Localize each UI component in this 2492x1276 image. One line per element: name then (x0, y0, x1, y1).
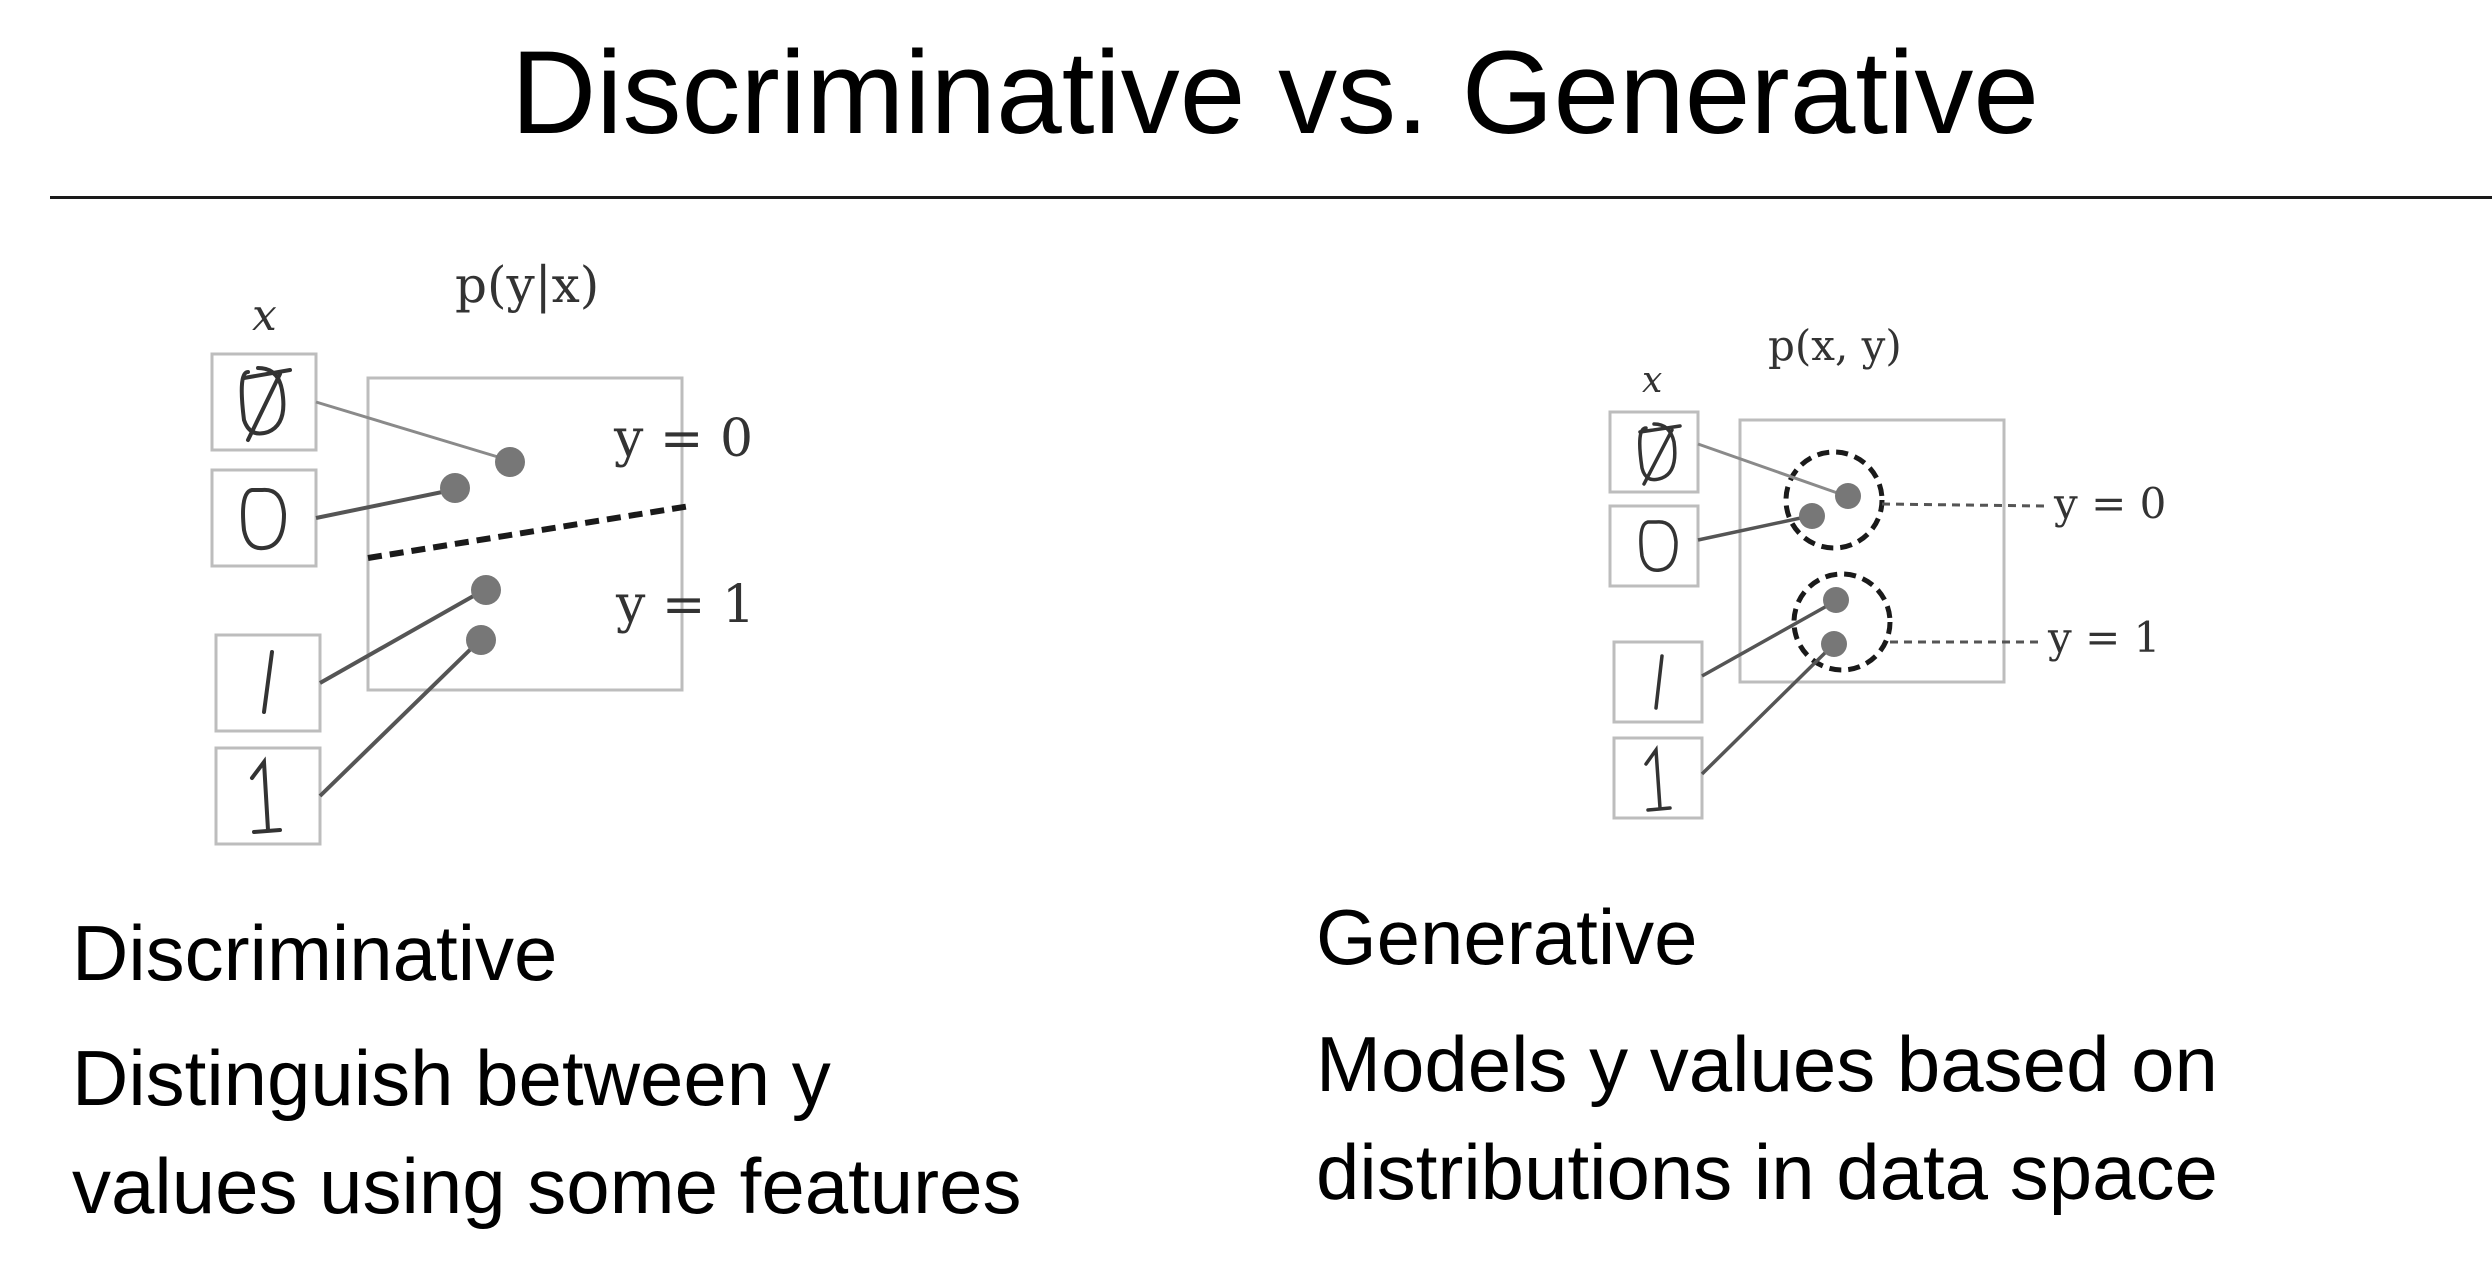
disc-class0-label: y = 0 (613, 409, 753, 469)
discriminative-description-line: Distinguish between y (72, 1034, 831, 1122)
gen-point-class0 (1799, 503, 1825, 529)
disc-point-class1 (466, 625, 496, 655)
gen-class0-label: y = 0 (2053, 479, 2166, 528)
disc-decision-boundary (367, 503, 691, 561)
gen-class1-label: y = 1 (2047, 613, 2160, 662)
gen-point-class1 (1821, 631, 1847, 657)
disc-class1-label: y = 1 (615, 575, 755, 635)
generative-heading: Generative (1316, 893, 1698, 981)
disc-digit-box-0 (210, 468, 318, 568)
gen-distribution-label: p(x, y) (1768, 321, 1902, 370)
disc-connector (315, 488, 453, 520)
disc-point-class0 (495, 447, 525, 477)
disc-point-class1 (471, 575, 501, 605)
gen-point-class0 (1835, 483, 1861, 509)
gen-point-class1 (1823, 587, 1849, 613)
disc-point-class0 (440, 473, 470, 503)
gen-cluster-class1 (1791, 571, 1893, 673)
disc-connector (318, 638, 482, 798)
gen-input-label: x (1642, 360, 1662, 401)
discriminative-heading: Discriminative (72, 909, 558, 997)
generative-description-line: Models y values based on (1316, 1020, 2218, 1108)
generative-description-line: distributions in data space (1316, 1128, 2218, 1216)
gen-digit-box-0 (1608, 504, 1700, 588)
gen-cluster-class0 (1783, 449, 1885, 551)
gen-leader-class0 (1881, 502, 2045, 508)
disc-connector (319, 588, 485, 685)
generative-description: Models y values based on distributions i… (1316, 1010, 2218, 1226)
generative-diagram: x p(x, y) y = 0 y = 1 (1608, 321, 2166, 820)
disc-connector (315, 400, 509, 462)
discriminative-diagram: x p(y|x) y = 0 y = 1 (210, 256, 755, 846)
discriminative-description: Distinguish between y values using some … (72, 1024, 1022, 1240)
disc-distribution-label: p(y|x) (455, 256, 599, 314)
discriminative-description-line: values using some features (72, 1142, 1022, 1230)
disc-input-label: x (252, 290, 277, 341)
